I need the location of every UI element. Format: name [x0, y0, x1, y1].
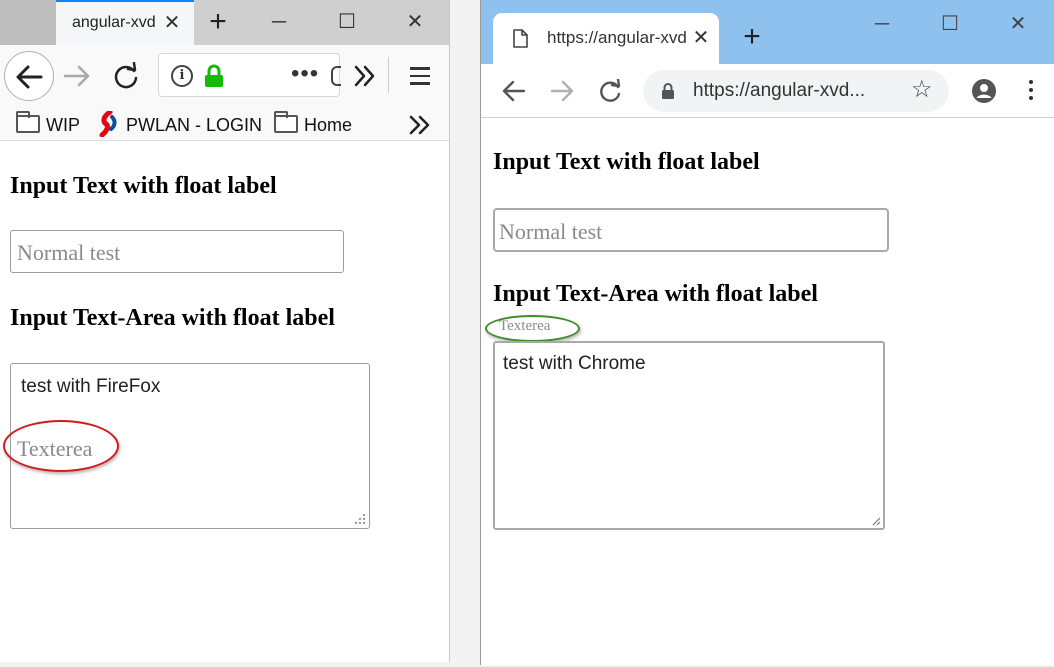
firefox-reload-button[interactable] [112, 61, 140, 90]
chrome-close-tab-icon[interactable]: ✕ [689, 26, 713, 50]
firefox-inactive-tab[interactable] [0, 0, 56, 45]
back-arrow-icon[interactable] [501, 79, 527, 103]
secure-lock-icon[interactable] [661, 82, 675, 100]
firefox-close-tab-icon[interactable]: ✕ [160, 11, 184, 35]
pwlan-icon [99, 111, 117, 137]
bookmark-label: WIP [46, 115, 80, 135]
chrome-minimize-button[interactable]: ─ [867, 10, 897, 38]
chrome-maximize-button[interactable]: ☐ [935, 10, 965, 38]
hamburger-menu-icon[interactable] [410, 67, 430, 85]
textarea-section-heading: Input Text-Area with float label [493, 281, 818, 307]
input-placeholder: Normal test [17, 240, 121, 265]
firefox-active-tab[interactable]: angular-xvd ✕ [56, 0, 194, 45]
account-avatar-icon[interactable] [971, 78, 997, 104]
chrome-tab-strip: https://angular-xvd ✕ + ─ ☐ ✕ [481, 0, 1054, 64]
resize-grip-icon[interactable] [354, 513, 366, 525]
screenshot-stage: angular-xvd ✕ + ─ ☐ ✕ i ••• WIP PWLAN - … [0, 0, 1054, 667]
chrome-menu-icon[interactable] [1029, 80, 1035, 102]
chrome-omnibox[interactable]: https://angular-xvd... ☆ [643, 70, 949, 112]
firefox-url-bar[interactable]: i ••• [158, 53, 341, 97]
red-annotation-oval [3, 420, 119, 472]
firefox-new-tab-button[interactable]: + [202, 6, 234, 38]
reload-icon[interactable] [597, 79, 623, 105]
folder-icon [274, 111, 298, 133]
chrome-tab-title: https://angular-xvd [547, 28, 687, 47]
textarea-value: test with Chrome [503, 353, 646, 374]
firefox-forward-button[interactable] [62, 62, 92, 90]
chrome-url-text: https://angular-xvd... [693, 80, 866, 101]
toolbar-divider [388, 57, 389, 93]
firefox-close-window-button[interactable]: ✕ [400, 8, 430, 36]
bookmark-wip[interactable]: WIP [16, 111, 80, 137]
normal-text-input[interactable]: Normal test [10, 230, 344, 273]
forward-arrow-icon [63, 65, 90, 87]
resize-grip-icon[interactable] [871, 516, 881, 526]
input-placeholder: Normal test [499, 219, 603, 244]
textarea-field[interactable]: test with Chrome [493, 341, 885, 530]
bookmark-star-icon[interactable]: ☆ [911, 76, 933, 104]
chrome-active-tab[interactable]: https://angular-xvd ✕ [493, 13, 719, 64]
textarea-section-heading: Input Text-Area with float label [10, 305, 335, 331]
bookmark-label: Home [304, 115, 353, 135]
forward-arrow-icon[interactable] [549, 79, 575, 103]
chrome-window: https://angular-xvd ✕ + ─ ☐ ✕ https://an… [480, 0, 1054, 665]
green-annotation-oval [485, 315, 580, 342]
chrome-page-content: Input Text with float label Normal test … [481, 119, 1054, 665]
firefox-nav-bar: i ••• [0, 45, 449, 107]
bookmark-home[interactable]: Home [274, 111, 354, 137]
chrome-close-window-button[interactable]: ✕ [1003, 10, 1033, 38]
bookmarks-overflow-chevron-icon[interactable] [408, 114, 432, 136]
input-section-heading: Input Text with float label [10, 173, 277, 199]
site-info-icon[interactable]: i [171, 65, 193, 87]
textarea-value: test with FireFox [21, 376, 161, 397]
firefox-back-button[interactable] [4, 51, 54, 101]
bookmark-pwlan-login[interactable]: PWLAN - LOGIN [98, 111, 262, 137]
chrome-toolbar: https://angular-xvd... ☆ [481, 64, 1054, 118]
folder-icon [16, 111, 40, 133]
back-arrow-icon [16, 65, 43, 89]
page-document-icon [513, 29, 528, 48]
firefox-tab-title: angular-xvd [72, 14, 156, 31]
overflow-chevron-icon[interactable] [350, 61, 378, 91]
reader-view-icon[interactable] [331, 66, 341, 86]
firefox-window: angular-xvd ✕ + ─ ☐ ✕ i ••• WIP PWLAN - … [0, 0, 450, 662]
reload-icon [114, 61, 138, 89]
normal-text-input[interactable]: Normal test [493, 208, 889, 252]
firefox-bookmarks-bar: WIP PWLAN - LOGIN Home [0, 107, 449, 141]
chrome-new-tab-button[interactable]: + [737, 22, 767, 52]
firefox-minimize-button[interactable]: ─ [264, 8, 294, 36]
firefox-page-content: Input Text with float label Normal test … [0, 141, 449, 662]
bookmark-label: PWLAN - LOGIN [126, 115, 263, 135]
input-section-heading: Input Text with float label [493, 149, 760, 175]
firefox-maximize-button[interactable]: ☐ [332, 8, 362, 36]
page-actions-menu-icon[interactable]: ••• [291, 62, 319, 86]
firefox-tab-bar: angular-xvd ✕ + ─ ☐ ✕ [0, 0, 449, 45]
secure-lock-icon[interactable] [203, 64, 225, 88]
